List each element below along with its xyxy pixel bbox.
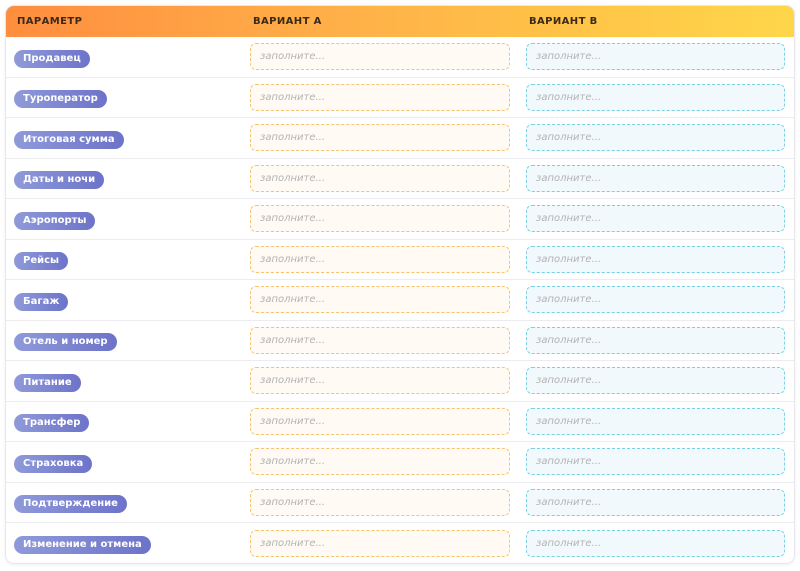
variant-b-field[interactable] [526,124,785,152]
header-variant-a: ВАРИАНТ А [253,16,322,27]
variant-a-field[interactable] [250,245,510,273]
parameter-cell: Аэропорты [6,208,250,230]
table-header: ПАРАМЕТР ВАРИАНТ А ВАРИАНТ В [6,6,794,37]
table-row: Багаж [6,280,794,321]
parameter-cell: Багаж [6,289,250,311]
table-row: Питание [6,361,794,402]
parameter-cell: Продавец [6,46,250,68]
parameter-label: Продавец [14,49,90,68]
parameter-label: Багаж [14,292,69,311]
table-body: Продавец Туроператор Итоговая сумма Даты и … [6,37,794,563]
table-row: Страховка [6,442,794,483]
parameter-cell: Туроператор [6,86,250,109]
parameter-label: Туроператор [14,90,107,109]
parameter-cell: Рейсы [6,248,250,271]
header-variant-b: ВАРИАНТ В [529,16,598,27]
parameter-label: Отель и номер [14,333,117,352]
variant-a-field[interactable] [250,326,510,354]
table-row: Аэропорты [6,199,794,240]
parameter-cell: Даты и ночи [6,167,250,190]
variant-b-field[interactable] [526,448,785,476]
parameter-label: Подтверждение [14,495,127,514]
variant-a-field[interactable] [250,286,510,314]
table-row: Подтверждение [6,483,794,523]
variant-b-field[interactable] [526,529,785,557]
variant-a-field[interactable] [250,367,510,395]
parameter-label: Изменение и отмена [14,536,151,555]
variant-b-field[interactable] [526,407,785,435]
table-row: Даты и ночи [6,159,794,199]
variant-b-field[interactable] [526,205,785,233]
parameter-label: Страховка [14,454,93,473]
variant-a-field[interactable] [250,124,510,152]
parameter-cell: Изменение и отмена [6,532,250,555]
header-parameter: ПАРАМЕТР [17,16,83,27]
comparison-table: ПАРАМЕТР ВАРИАНТ А ВАРИАНТ В Продавец Тур… [6,6,794,563]
variant-a-field[interactable] [250,488,510,516]
parameter-label: Аэропорты [14,211,96,230]
parameter-label: Даты и ночи [14,171,105,190]
table-row: Рейсы [6,240,794,280]
variant-b-field[interactable] [526,286,785,314]
parameter-cell: Итоговая сумма [6,127,250,149]
parameter-cell: Подтверждение [6,491,250,514]
variant-a-field[interactable] [250,43,510,71]
table-row: Итоговая сумма [6,118,794,159]
variant-a-field[interactable] [250,83,510,111]
table-row: Туроператор [6,78,794,118]
variant-b-field[interactable] [526,164,785,192]
variant-b-field[interactable] [526,488,785,516]
variant-a-field[interactable] [250,164,510,192]
parameter-cell: Страховка [6,451,250,473]
parameter-cell: Отель и номер [6,329,250,352]
parameter-label: Итоговая сумма [14,130,124,149]
parameter-label: Питание [14,373,81,392]
parameter-cell: Трансфер [6,410,250,433]
parameter-label: Рейсы [14,252,69,271]
table-row: Продавец [6,37,794,78]
table-row: Трансфер [6,402,794,442]
variant-b-field[interactable] [526,83,785,111]
variant-b-field[interactable] [526,367,785,395]
parameter-label: Трансфер [14,414,90,433]
variant-b-field[interactable] [526,326,785,354]
variant-a-field[interactable] [250,407,510,435]
variant-a-field[interactable] [250,205,510,233]
variant-b-field[interactable] [526,43,785,71]
table-row: Изменение и отмена [6,523,794,563]
table-row: Отель и номер [6,321,794,361]
variant-a-field[interactable] [250,529,510,557]
variant-a-field[interactable] [250,448,510,476]
variant-b-field[interactable] [526,245,785,273]
parameter-cell: Питание [6,370,250,392]
